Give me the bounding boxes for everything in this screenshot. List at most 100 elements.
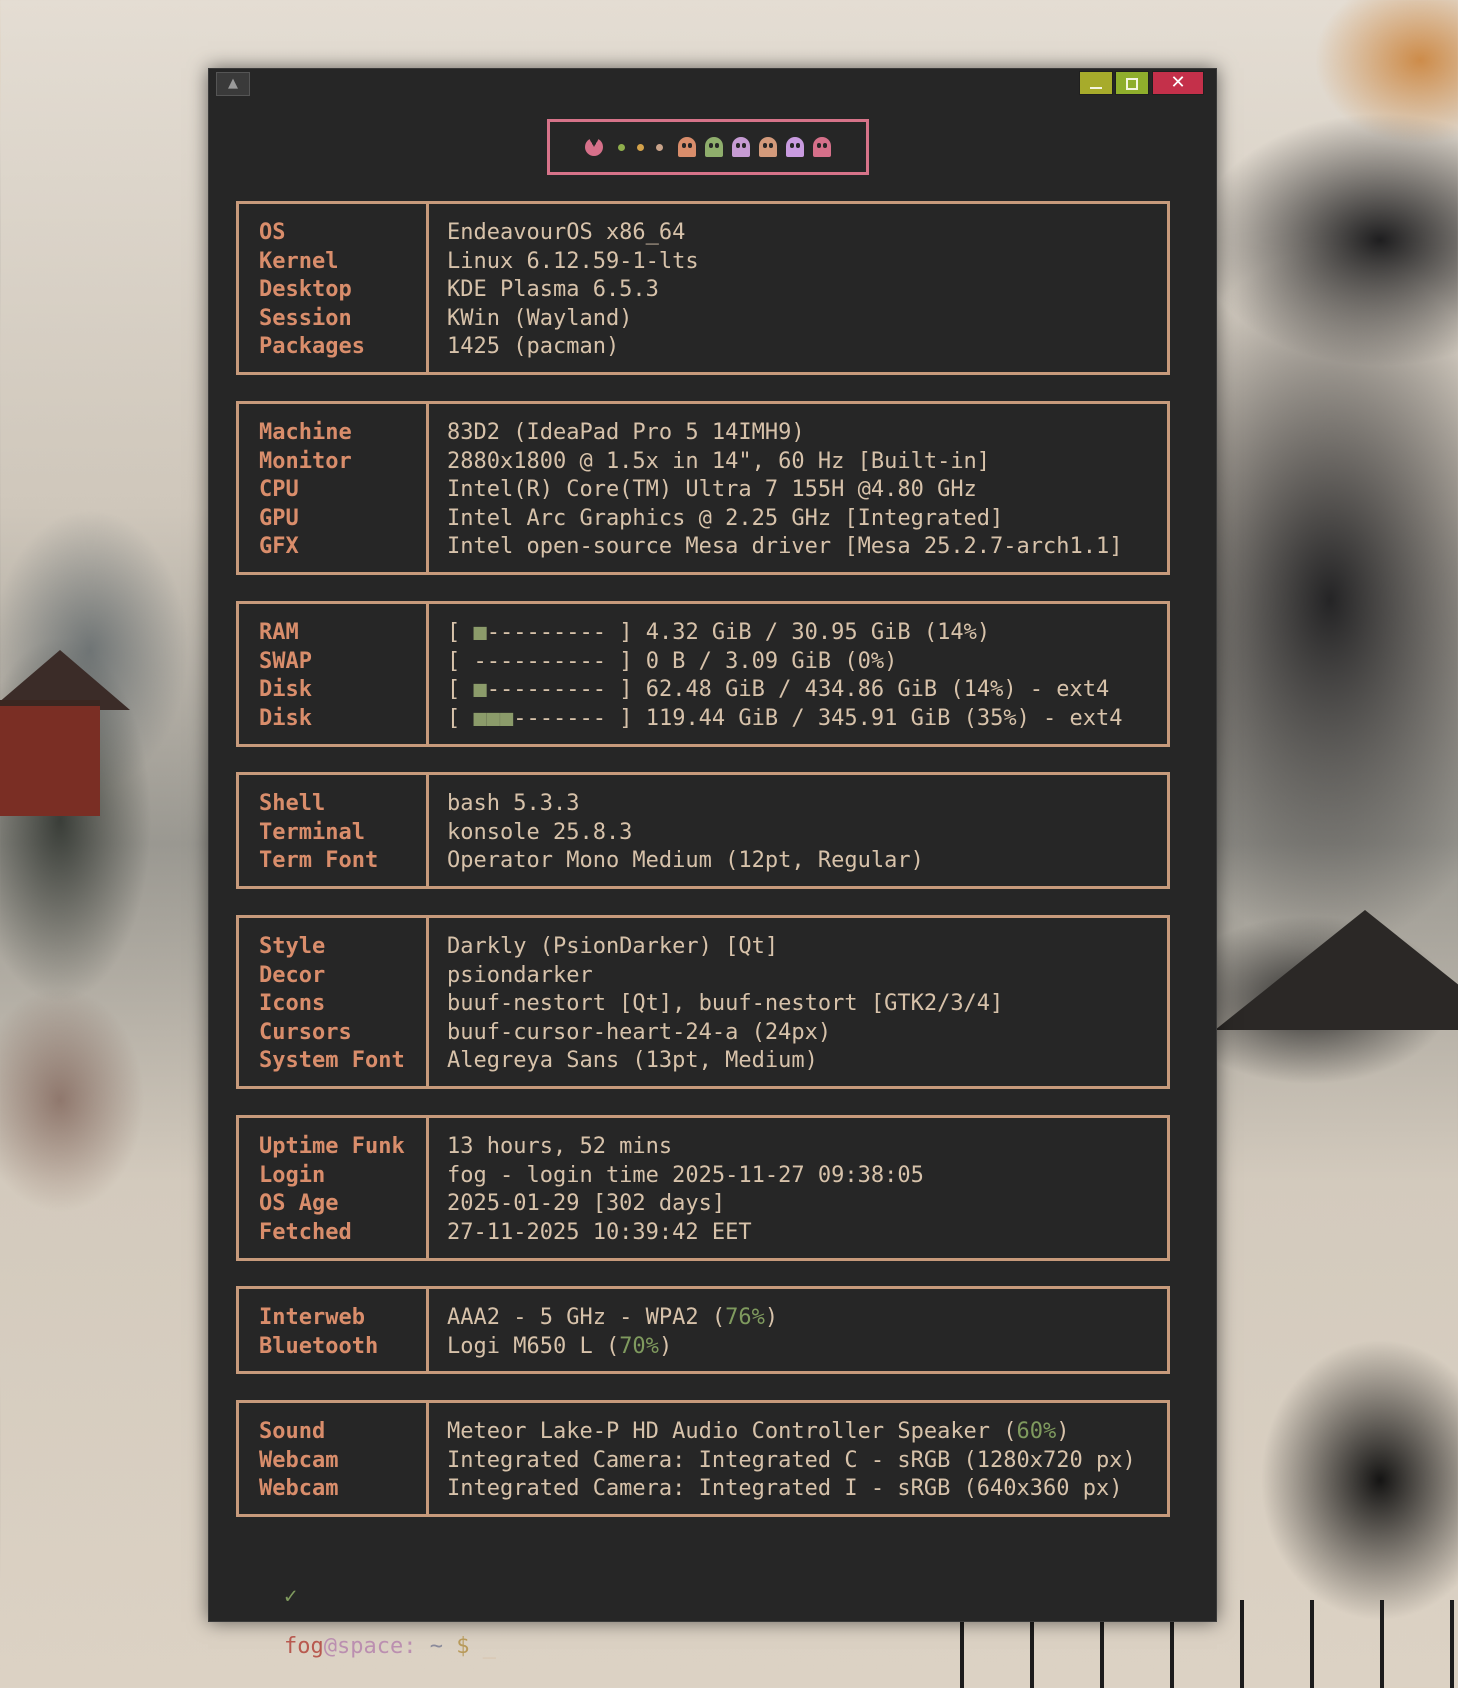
usage-text: 4.32 GiB / 30.95 GiB (14%) bbox=[645, 620, 991, 645]
ghost-icon bbox=[678, 137, 696, 157]
shell-prompt[interactable]: ✓ fog@space: ~ $ _ bbox=[231, 1559, 496, 1684]
info-labels: Uptime Funk Login OS Age Fetched bbox=[239, 1118, 429, 1258]
info-label: OS Age bbox=[259, 1191, 339, 1217]
window-menu-button[interactable]: ▲ bbox=[216, 72, 250, 96]
info-value: KWin (Wayland) bbox=[447, 305, 633, 331]
info-labels: RAM SWAP Disk Disk bbox=[239, 604, 429, 744]
pacman-banner bbox=[547, 119, 869, 175]
info-label: Shell bbox=[259, 791, 326, 816]
usage-bar-fill: ■■■ bbox=[473, 705, 514, 731]
info-label: Desktop bbox=[259, 277, 352, 303]
percentage-value: 70% bbox=[619, 1333, 659, 1359]
info-box: OS Kernel Desktop Session Packages EndeavourO… bbox=[236, 201, 1170, 375]
info-labels: Style Decor Icons Cursors System Font bbox=[239, 918, 429, 1086]
info-value: 1425 (pacman) bbox=[447, 334, 620, 360]
info-box: Style Decor Icons Cursors System Font Darkly … bbox=[236, 915, 1170, 1089]
info-label: SWAP bbox=[259, 648, 312, 674]
info-labels: OS Kernel Desktop Session Packages bbox=[239, 204, 429, 372]
info-label: Bluetooth bbox=[259, 1333, 379, 1359]
usage-text: 0 B / 3.09 GiB (0%) bbox=[645, 648, 898, 674]
info-value: Operator Mono Medium (12pt, Regular) bbox=[447, 848, 924, 874]
info-label: Disk bbox=[259, 705, 312, 731]
info-label: CPU bbox=[259, 477, 299, 503]
close-icon: ✕ bbox=[1170, 72, 1186, 93]
info-labels: Machine Monitor CPU GPU GFX bbox=[239, 404, 429, 572]
info-labels: Sound Webcam Webcam bbox=[239, 1403, 429, 1514]
info-box: Sound Webcam Webcam Meteor Lake-P HD Audio … bbox=[236, 1400, 1170, 1517]
maximize-button[interactable] bbox=[1115, 71, 1149, 95]
window-titlebar[interactable]: ▲ ✕ bbox=[209, 69, 1216, 97]
usage-bar-track: [ bbox=[447, 677, 474, 703]
info-label: Cursors bbox=[259, 1019, 352, 1045]
info-value: bash 5.3.3 bbox=[447, 791, 580, 816]
text-cursor[interactable]: _ bbox=[469, 1634, 496, 1659]
prompt-host: space: bbox=[336, 1634, 417, 1659]
usage-bar-track: [ bbox=[447, 705, 474, 731]
maximize-icon bbox=[1126, 78, 1138, 90]
info-label: Sound bbox=[259, 1419, 326, 1444]
background-mountain bbox=[1215, 910, 1458, 1030]
usage-text: 119.44 GiB / 345.91 GiB (35%) - ext4 bbox=[645, 705, 1123, 731]
ghost-icon bbox=[786, 137, 804, 157]
info-label: Packages bbox=[259, 334, 365, 360]
prompt-at: @ bbox=[323, 1634, 337, 1659]
usage-bar-row: [ ---------- ] 0 B / 3.09 GiB (0%) bbox=[447, 648, 1167, 677]
minimize-button[interactable] bbox=[1079, 71, 1113, 95]
usage-bar-track: ---------- ] bbox=[473, 648, 646, 674]
info-values: 13 hours, 52 mins fog - login time 2025-1… bbox=[429, 1118, 1167, 1258]
pellet-icon bbox=[656, 143, 663, 151]
close-button[interactable]: ✕ bbox=[1152, 71, 1204, 95]
info-values: 83D2 (IdeaPad Pro 5 14IMH9) 2880x1800 @ 1… bbox=[429, 404, 1167, 572]
info-value-text: AAA2 - 5 GHz - WPA2 ( bbox=[447, 1305, 726, 1330]
info-label: Webcam bbox=[259, 1476, 339, 1502]
info-value-text: Integrated Camera: Integrated C - sRGB (… bbox=[447, 1447, 1136, 1473]
usage-bar-row: [ ■--------- ] 62.48 GiB / 434.86 GiB (1… bbox=[447, 676, 1167, 705]
ghost-icon bbox=[813, 137, 831, 157]
info-value-text: ) bbox=[658, 1333, 673, 1359]
info-labels: Interweb Bluetooth bbox=[239, 1289, 429, 1371]
info-label: Terminal bbox=[259, 819, 365, 845]
info-label: GPU bbox=[259, 505, 299, 531]
prompt-user: fog bbox=[283, 1634, 324, 1659]
info-label: Kernel bbox=[259, 248, 339, 274]
info-value-text: ) bbox=[764, 1305, 779, 1330]
info-values: EndeavourOS x86_64 Linux 6.12.59-1-lts KDE… bbox=[429, 204, 1167, 372]
info-label: Machine bbox=[259, 420, 352, 445]
info-value: konsole 25.8.3 bbox=[447, 819, 633, 845]
usage-bar-track: --------- ] bbox=[486, 620, 646, 645]
info-label: Interweb bbox=[259, 1305, 365, 1330]
info-box: RAM SWAP Disk Disk[ ■--------- ] 4.32 GiB /… bbox=[236, 601, 1170, 747]
info-box: Shell Terminal Term Font bash 5.3.3 konsole … bbox=[236, 772, 1170, 889]
info-label: Disk bbox=[259, 677, 312, 703]
info-value: Integrated Camera: Integrated C - sRGB (… bbox=[447, 1447, 1167, 1476]
info-label: Monitor bbox=[259, 448, 352, 474]
info-value: 2025-01-29 [302 days] bbox=[447, 1191, 726, 1217]
prompt-directory: ~ bbox=[416, 1634, 457, 1659]
background-house bbox=[0, 700, 100, 816]
usage-bar-track: --------- ] bbox=[486, 677, 646, 703]
info-values: [ ■--------- ] 4.32 GiB / 30.95 GiB (14%… bbox=[429, 604, 1167, 744]
info-value: buuf-nestort [Qt], buuf-nestort [GTK2/3/… bbox=[447, 991, 1004, 1017]
info-label: Login bbox=[259, 1162, 326, 1188]
usage-bar-track: ------- ] bbox=[513, 705, 646, 731]
info-value: Intel open-source Mesa driver [Mesa 25.2… bbox=[447, 534, 1123, 560]
info-value: Meteor Lake-P HD Audio Controller Speake… bbox=[447, 1418, 1167, 1447]
info-box: Uptime Funk Login OS Age Fetched 13 hours, 5… bbox=[236, 1115, 1170, 1261]
info-value: KDE Plasma 6.5.3 bbox=[447, 277, 659, 303]
info-value: Intel(R) Core(TM) Ultra 7 155H @4.80 GHz bbox=[447, 477, 977, 503]
ghost-icon bbox=[705, 137, 723, 157]
info-value: 13 hours, 52 mins bbox=[447, 1134, 673, 1159]
info-label: Session bbox=[259, 305, 352, 331]
usage-bar-track: [ bbox=[447, 648, 474, 674]
info-value: Darkly (PsionDarker) [Qt] bbox=[447, 934, 779, 959]
info-labels: Shell Terminal Term Font bbox=[239, 775, 429, 886]
info-value: Logi M650 L (70%) bbox=[447, 1333, 1167, 1362]
info-label: OS bbox=[259, 220, 286, 245]
konsole-window[interactable]: ▲ ✕ OS Kernel Desktop Session Packages Endeav… bbox=[208, 68, 1217, 1659]
info-label: Icons bbox=[259, 991, 326, 1017]
info-label: System Font bbox=[259, 1048, 405, 1074]
usage-bar-track: [ bbox=[447, 620, 474, 645]
usage-bar-fill: ■ bbox=[473, 620, 487, 645]
info-value: 83D2 (IdeaPad Pro 5 14IMH9) bbox=[447, 420, 805, 445]
usage-bar-row: [ ■■■------- ] 119.44 GiB / 345.91 GiB (… bbox=[447, 705, 1167, 734]
